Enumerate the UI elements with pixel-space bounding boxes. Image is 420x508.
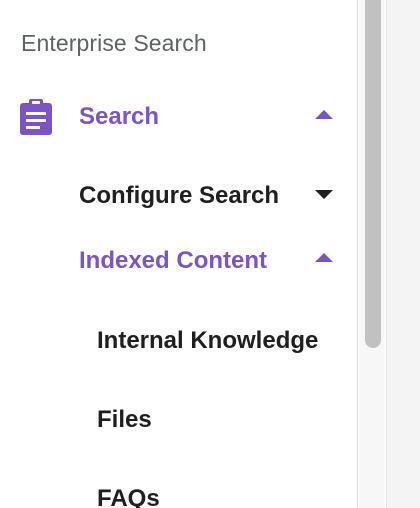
nav-item-internal-knowledge[interactable]: Internal Knowledge <box>97 321 337 361</box>
nav-item-files[interactable]: Files <box>97 400 337 440</box>
nav-item-files-label: Files <box>97 406 152 433</box>
chevron-up-icon[interactable] <box>315 253 333 262</box>
clipboard-icon <box>19 98 53 136</box>
nav-item-configure-search-label: Configure Search <box>79 182 280 209</box>
scrollbar-thumb[interactable] <box>365 0 381 348</box>
nav-item-configure-search[interactable]: Configure Search <box>79 176 339 216</box>
nav-item-indexed-content[interactable]: Indexed Content <box>79 241 339 281</box>
nav-item-faqs-label: FAQs <box>97 485 160 508</box>
nav-item-search-label: Search <box>79 103 160 130</box>
chevron-up-icon[interactable] <box>315 110 333 119</box>
nav-item-faqs[interactable]: FAQs <box>97 479 337 508</box>
sidebar-nav: Enterprise Search Search Configure Searc… <box>0 0 358 508</box>
section-header: Enterprise Search <box>21 30 207 56</box>
content-pane-edge <box>386 0 420 508</box>
nav-item-internal-knowledge-label: Internal Knowledge <box>97 327 319 354</box>
chevron-down-icon[interactable] <box>315 190 333 199</box>
nav-item-search[interactable]: Search <box>19 92 339 142</box>
nav-item-indexed-content-label: Indexed Content <box>79 247 268 274</box>
